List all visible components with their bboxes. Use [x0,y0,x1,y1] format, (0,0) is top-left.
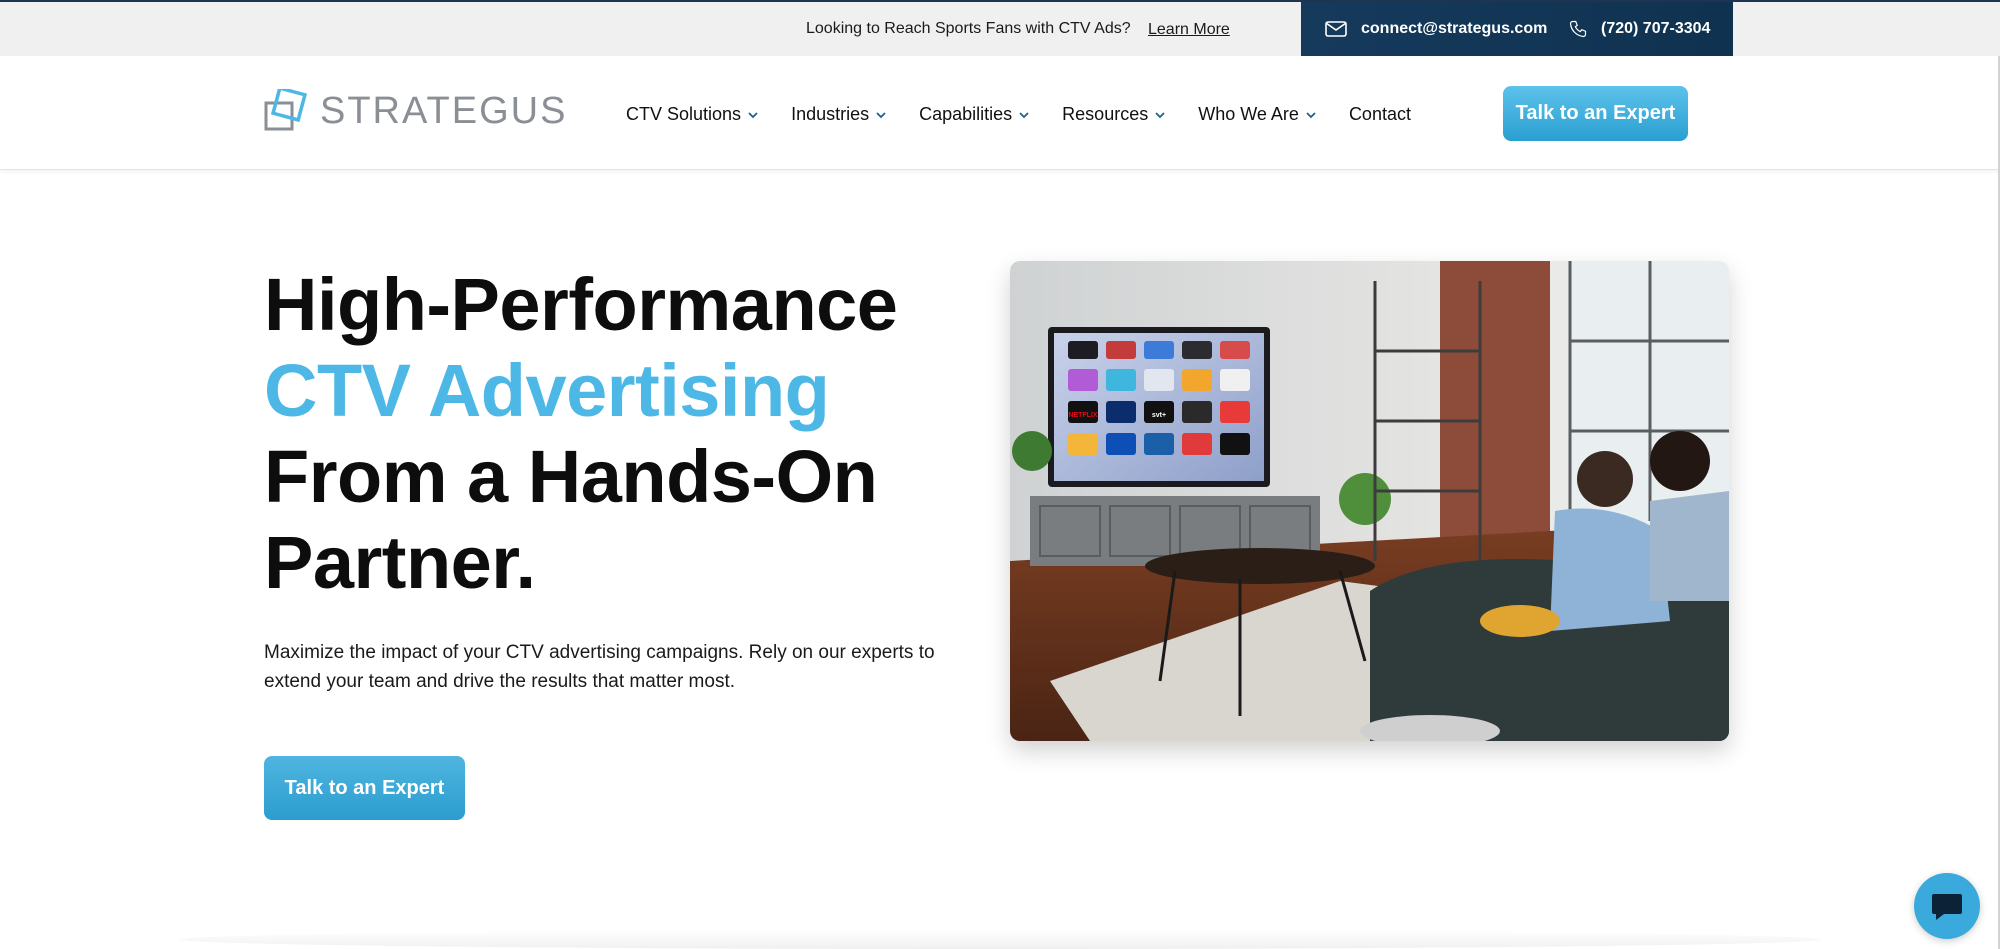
tv-svt-label: svt+ [1152,412,1166,419]
announcement-bar: Looking to Reach Sports Fans with CTV Ad… [0,0,2000,56]
section-divider-shadow [180,930,1820,949]
hero-title-line-4: Partner. [264,521,536,604]
nav-resources[interactable]: Resources [1062,104,1166,125]
nav-label: Capabilities [919,104,1013,124]
living-room-tv-scene: NETFLIX svt+ [1010,261,1729,741]
mail-icon [1325,21,1347,37]
learn-more-link[interactable]: Learn More [1148,21,1230,39]
main-nav: CTV Solutions Industries Capabilities Re… [626,104,1411,125]
site-header: STRATEGUS CTV Solutions Industries Capab… [0,56,2000,170]
nav-contact[interactable]: Contact [1349,104,1411,125]
chevron-down-icon [1306,111,1316,118]
logo-wordmark: STRATEGUS [320,89,568,132]
header-talk-to-expert-button[interactable]: Talk to an Expert [1503,86,1688,141]
nav-label: Who We Are [1198,104,1299,124]
nav-label: CTV Solutions [626,104,742,124]
phone-link[interactable]: (720) 707-3304 [1569,20,1710,38]
logo-mark-icon [264,89,308,131]
chevron-down-icon [748,111,758,118]
phone-icon [1569,20,1587,38]
nav-label: Industries [791,104,870,124]
chevron-down-icon [876,111,886,118]
chevron-down-icon [1019,111,1029,118]
tv-netflix-label: NETFLIX [1068,412,1097,419]
phone-text: (720) 707-3304 [1601,20,1711,37]
chat-icon [1932,894,1962,920]
strategus-logo[interactable]: STRATEGUS [264,89,567,133]
nav-capabilities[interactable]: Capabilities [919,104,1030,125]
hero-title-line-3: From a Hands-On [264,435,878,518]
email-link[interactable]: connect@strategus.com [1325,20,1547,38]
hero-subtitle: Maximize the impact of your CTV advertis… [264,642,935,692]
chevron-down-icon [1155,111,1165,118]
hero-title-accent: CTV Advertising [264,349,830,432]
hero-image: NETFLIX svt+ [1010,261,1729,741]
nav-industries[interactable]: Industries [791,104,887,125]
nav-who-we-are[interactable]: Who We Are [1198,104,1317,125]
hero-talk-to-expert-button[interactable]: Talk to an Expert [264,756,465,820]
hero-title: High-Performance CTV Advertising From a … [264,262,984,606]
promo-text: Looking to Reach Sports Fans with CTV Ad… [806,20,1131,37]
nav-label: Resources [1062,104,1149,124]
chat-widget-button[interactable] [1914,873,1980,939]
hero-title-line-1: High-Performance [264,263,898,346]
nav-label: Contact [1348,104,1411,124]
email-text: connect@strategus.com [1361,20,1548,37]
nav-ctv-solutions[interactable]: CTV Solutions [626,104,759,125]
contact-box: connect@strategus.com (720) 707-3304 [1301,2,1733,56]
